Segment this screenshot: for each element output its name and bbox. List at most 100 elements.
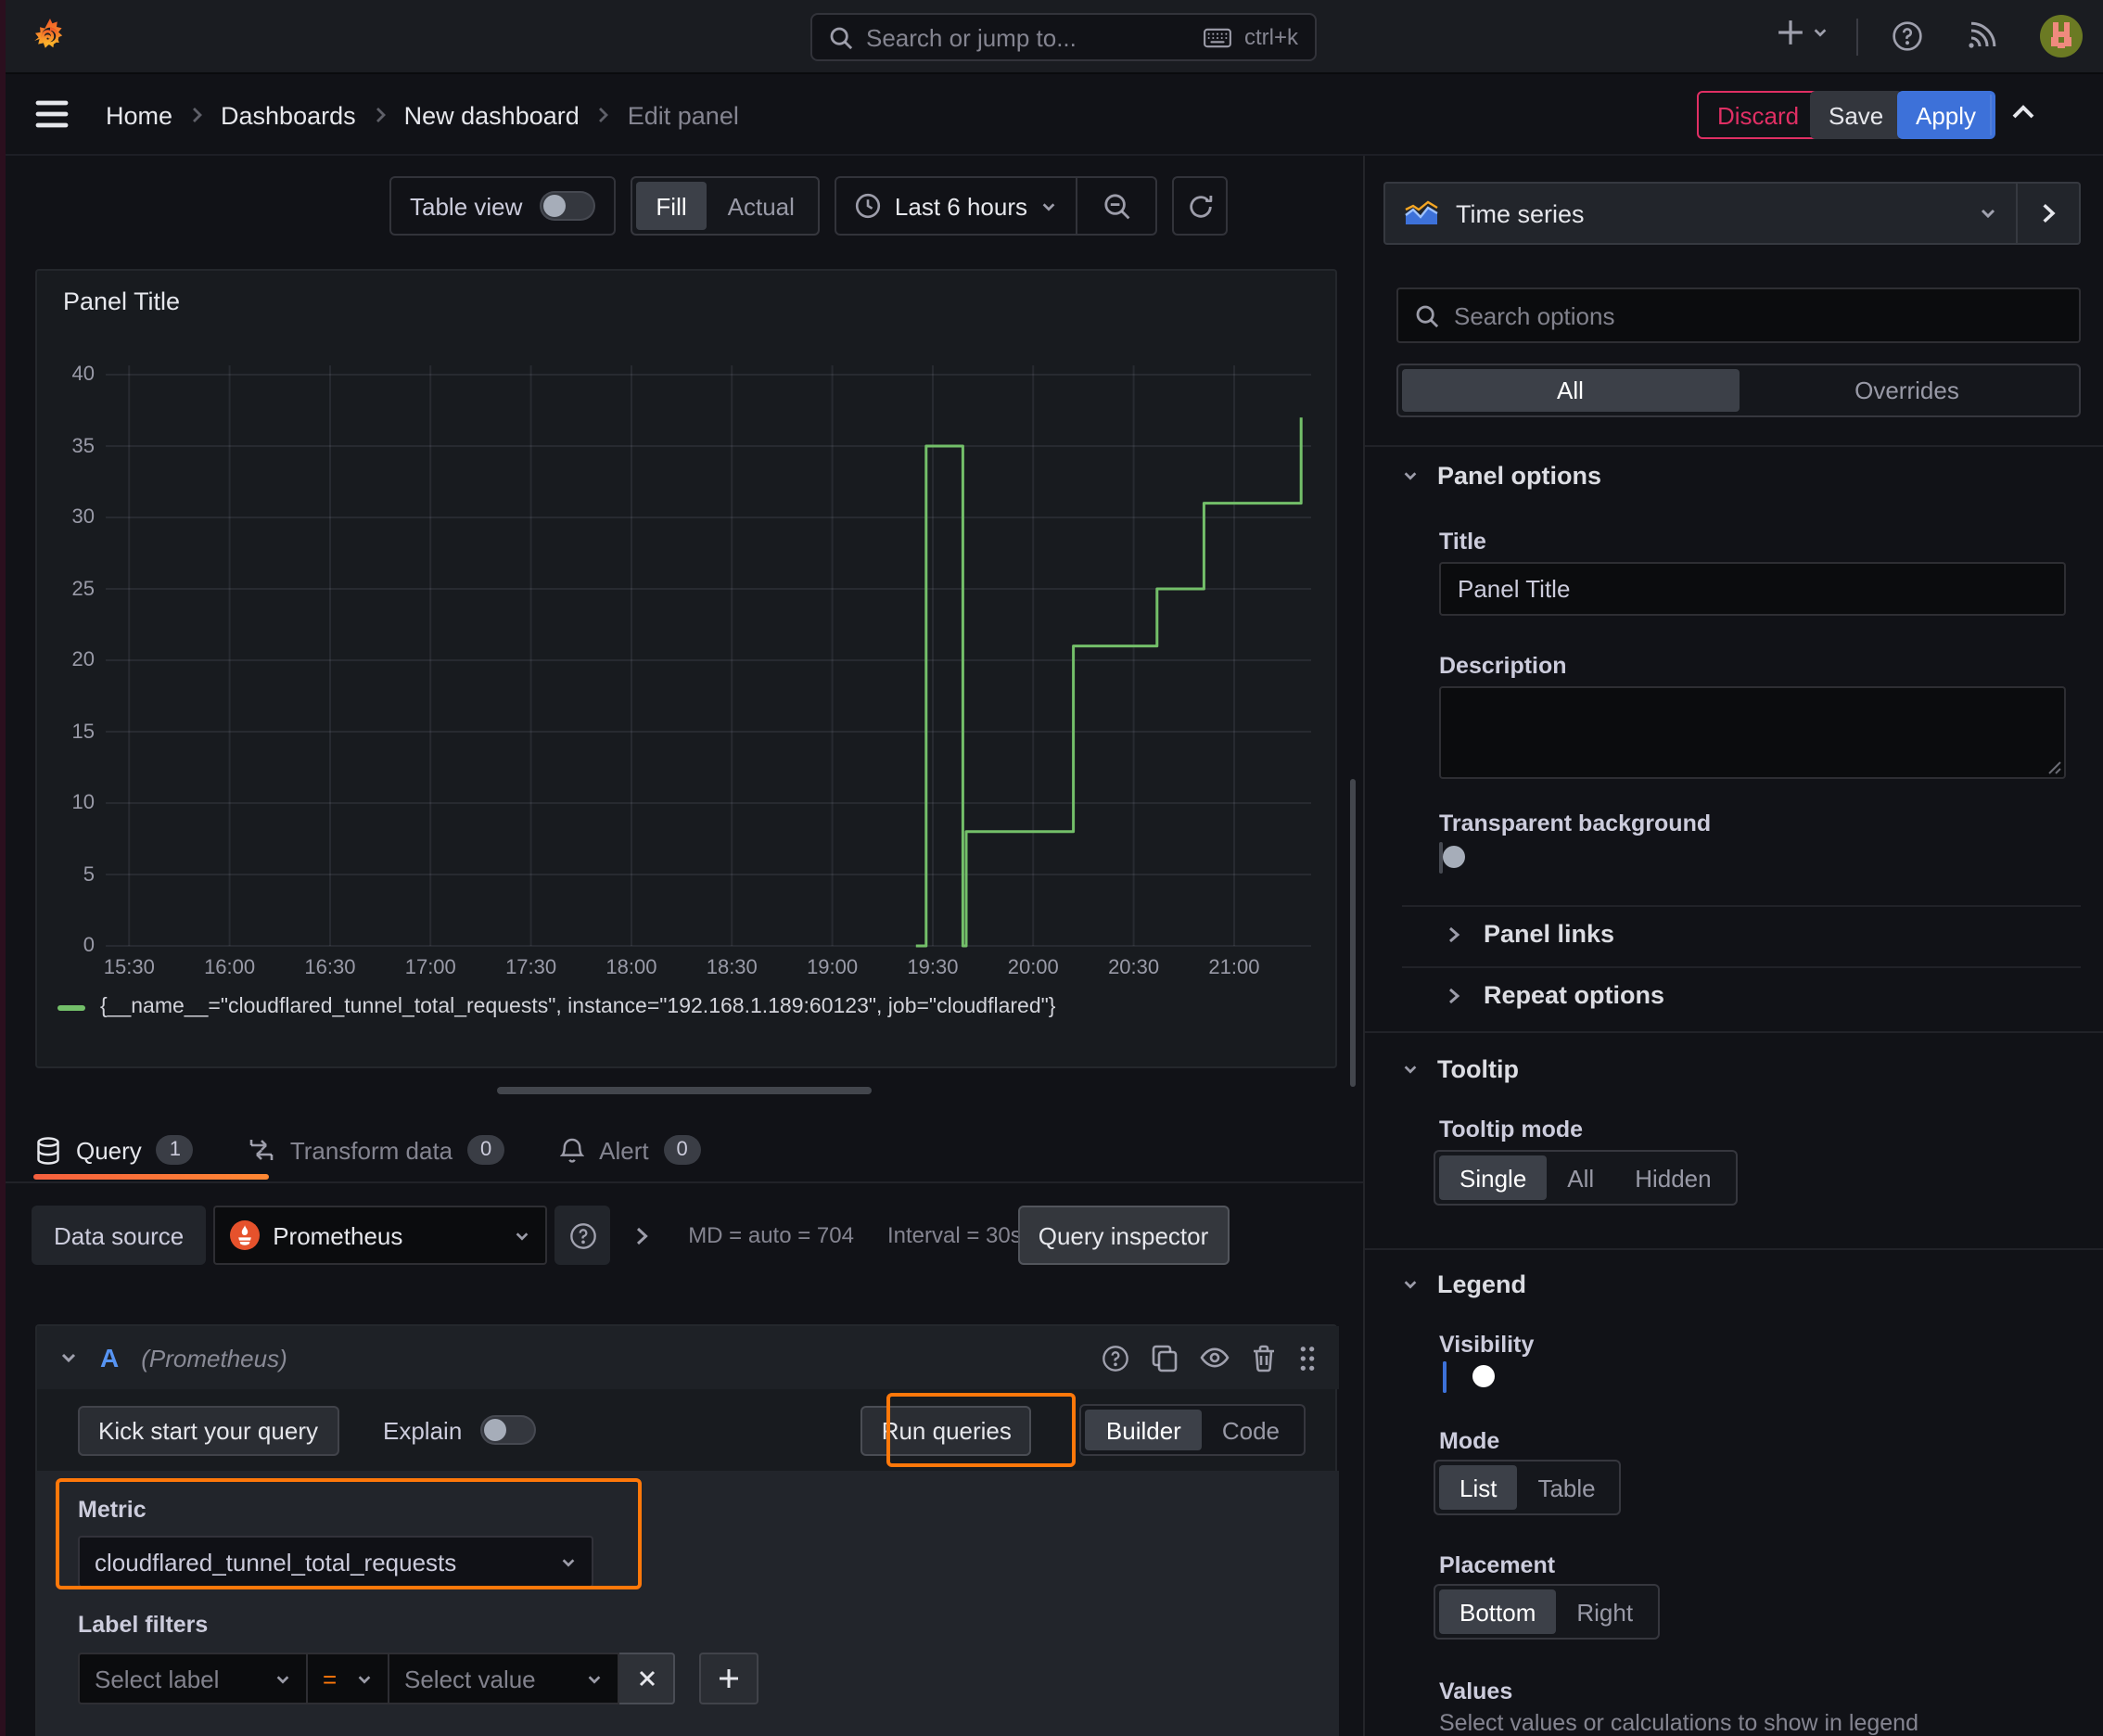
kick-start-query-button[interactable]: Kick start your query xyxy=(78,1405,338,1455)
tooltip-header[interactable]: Tooltip xyxy=(1402,1055,1519,1083)
query-header-row[interactable]: A (Prometheus) xyxy=(37,1326,1339,1389)
tab-query-label: Query xyxy=(76,1136,142,1164)
options-sidebar: Time series Search options All Overrides xyxy=(1363,156,2103,1736)
section-divider xyxy=(1402,966,2081,968)
breadcrumb-new-dashboard[interactable]: New dashboard xyxy=(404,101,580,129)
builder-mode-option[interactable]: Builder xyxy=(1085,1410,1202,1450)
time-range-label: Last 6 hours xyxy=(894,192,1027,220)
visibility-label: Visibility xyxy=(1439,1332,1535,1358)
panel-title-input[interactable] xyxy=(1439,562,2066,616)
select-label-placeholder: Select label xyxy=(95,1665,220,1692)
time-series-plot[interactable] xyxy=(106,365,1311,977)
metric-highlight xyxy=(56,1478,642,1589)
drag-handle-icon[interactable] xyxy=(1298,1344,1317,1372)
transparent-background-toggle[interactable] xyxy=(1439,842,1465,874)
apply-button[interactable]: Apply xyxy=(1897,91,1995,139)
duplicate-query-icon[interactable] xyxy=(1152,1344,1178,1372)
series-color-swatch[interactable] xyxy=(57,1004,85,1010)
menu-hamburger-icon[interactable] xyxy=(35,100,69,128)
tooltip-hidden-option[interactable]: Hidden xyxy=(1614,1155,1731,1200)
select-value-dropdown[interactable]: Select value xyxy=(389,1653,619,1704)
legend-list-option[interactable]: List xyxy=(1439,1465,1518,1510)
chevron-down-icon xyxy=(514,1227,530,1244)
chart-legend: {__name__="cloudflared_tunnel_total_requ… xyxy=(57,996,1055,1018)
transform-icon xyxy=(249,1137,275,1163)
series-legend-label[interactable]: {__name__="cloudflared_tunnel_total_requ… xyxy=(100,996,1055,1018)
datasource-help-icon[interactable] xyxy=(554,1206,611,1265)
chevron-down-icon xyxy=(586,1670,603,1687)
query-inspector-button[interactable]: Query inspector xyxy=(1017,1206,1230,1265)
datasource-row: Data source Prometheus MD = auto = 704 I… xyxy=(32,1206,1230,1265)
grafana-edit-panel-screen: Search or jump to... ctrl+k Home Dashboa… xyxy=(0,0,2103,1736)
remove-filter-icon[interactable] xyxy=(619,1653,675,1704)
tooltip-mode-label: Tooltip mode xyxy=(1439,1117,1584,1142)
window-edge-strip xyxy=(0,0,6,1736)
title-label: Title xyxy=(1439,529,1486,555)
hide-query-eye-icon[interactable] xyxy=(1200,1347,1230,1369)
operator-value: = xyxy=(323,1665,338,1692)
grafana-logo-icon[interactable] xyxy=(28,15,72,59)
discard-button[interactable]: Discard xyxy=(1697,91,1820,139)
panel-links-header[interactable]: Panel links xyxy=(1447,920,1614,948)
display-fill-option[interactable]: Fill xyxy=(635,182,707,230)
add-filter-icon[interactable] xyxy=(699,1653,758,1704)
options-tab-overrides[interactable]: Overrides xyxy=(1739,369,2075,412)
legend-header[interactable]: Legend xyxy=(1402,1270,1526,1298)
editor-tabs: Query 1 Transform data 0 Alert 0 xyxy=(35,1122,701,1178)
code-mode-option[interactable]: Code xyxy=(1202,1410,1300,1450)
datasource-label: Data source xyxy=(32,1206,207,1265)
panel-toolbar: Table view Fill Actual Last 6 hours xyxy=(389,176,1228,236)
breadcrumb-dashboards[interactable]: Dashboards xyxy=(221,101,356,129)
help-icon[interactable] xyxy=(1892,20,1923,52)
user-avatar[interactable] xyxy=(2040,15,2083,57)
refresh-icon[interactable] xyxy=(1172,176,1228,236)
legend-visibility-toggle[interactable] xyxy=(1443,1361,1495,1393)
legend-right-option[interactable]: Right xyxy=(1556,1589,1653,1634)
delete-query-trash-icon[interactable] xyxy=(1252,1344,1276,1372)
display-actual-option[interactable]: Actual xyxy=(707,182,815,230)
datasource-picker[interactable]: Prometheus xyxy=(213,1206,548,1265)
chevron-right-icon xyxy=(1447,925,1461,943)
tooltip-all-option[interactable]: All xyxy=(1547,1155,1614,1200)
news-rss-icon[interactable] xyxy=(1968,20,1997,50)
tooltip-single-option[interactable]: Single xyxy=(1439,1155,1548,1200)
explain-toggle[interactable] xyxy=(480,1415,537,1445)
description-textarea[interactable] xyxy=(1439,686,2066,779)
query-help-icon[interactable] xyxy=(1102,1344,1129,1372)
search-placeholder: Search or jump to... xyxy=(866,23,1077,51)
save-button[interactable]: Save xyxy=(1810,91,1903,139)
collapse-options-chevron-icon[interactable] xyxy=(2018,184,2079,243)
tab-alert-label: Alert xyxy=(599,1136,649,1164)
search-options-input[interactable]: Search options xyxy=(1396,287,2081,343)
operator-dropdown[interactable]: = xyxy=(308,1653,389,1704)
run-queries-highlight xyxy=(886,1393,1076,1467)
table-view-toggle-group: Table view xyxy=(389,176,616,236)
panel-options-header[interactable]: Panel options xyxy=(1402,462,1601,490)
new-menu-button[interactable] xyxy=(1777,19,1829,46)
resize-handle-icon[interactable] xyxy=(2047,760,2062,775)
select-label-dropdown[interactable]: Select label xyxy=(78,1653,308,1704)
edit-panel-left-area: Table view Fill Actual Last 6 hours Pane… xyxy=(0,156,1363,1736)
chevron-right-icon xyxy=(1447,986,1461,1004)
collapse-header-chevron-up-icon[interactable] xyxy=(2010,102,2036,124)
table-view-toggle[interactable] xyxy=(539,191,595,221)
database-icon xyxy=(35,1136,61,1164)
tab-alert[interactable]: Alert 0 xyxy=(560,1135,701,1165)
breadcrumb-home[interactable]: Home xyxy=(106,101,172,129)
tab-alert-badge: 0 xyxy=(663,1135,701,1165)
legend-table-option[interactable]: Table xyxy=(1517,1465,1615,1510)
global-search-input[interactable]: Search or jump to... ctrl+k xyxy=(810,13,1317,61)
time-range-picker[interactable]: Last 6 hours xyxy=(837,178,1076,234)
horizontal-scrollbar[interactable] xyxy=(497,1087,872,1094)
zoom-out-icon[interactable] xyxy=(1077,178,1155,234)
tab-query[interactable]: Query 1 xyxy=(35,1135,194,1165)
expand-stats-chevron-icon[interactable] xyxy=(618,1225,666,1245)
collapse-query-chevron-icon[interactable] xyxy=(59,1348,78,1367)
options-tab-all[interactable]: All xyxy=(1402,369,1739,412)
vertical-scrollbar[interactable] xyxy=(1350,779,1356,1087)
tab-transform-data[interactable]: Transform data 0 xyxy=(249,1135,505,1165)
visualization-picker[interactable]: Time series xyxy=(1385,184,2016,243)
keyboard-icon xyxy=(1204,27,1231,47)
legend-bottom-option[interactable]: Bottom xyxy=(1439,1589,1557,1634)
repeat-options-header[interactable]: Repeat options xyxy=(1447,981,1664,1009)
